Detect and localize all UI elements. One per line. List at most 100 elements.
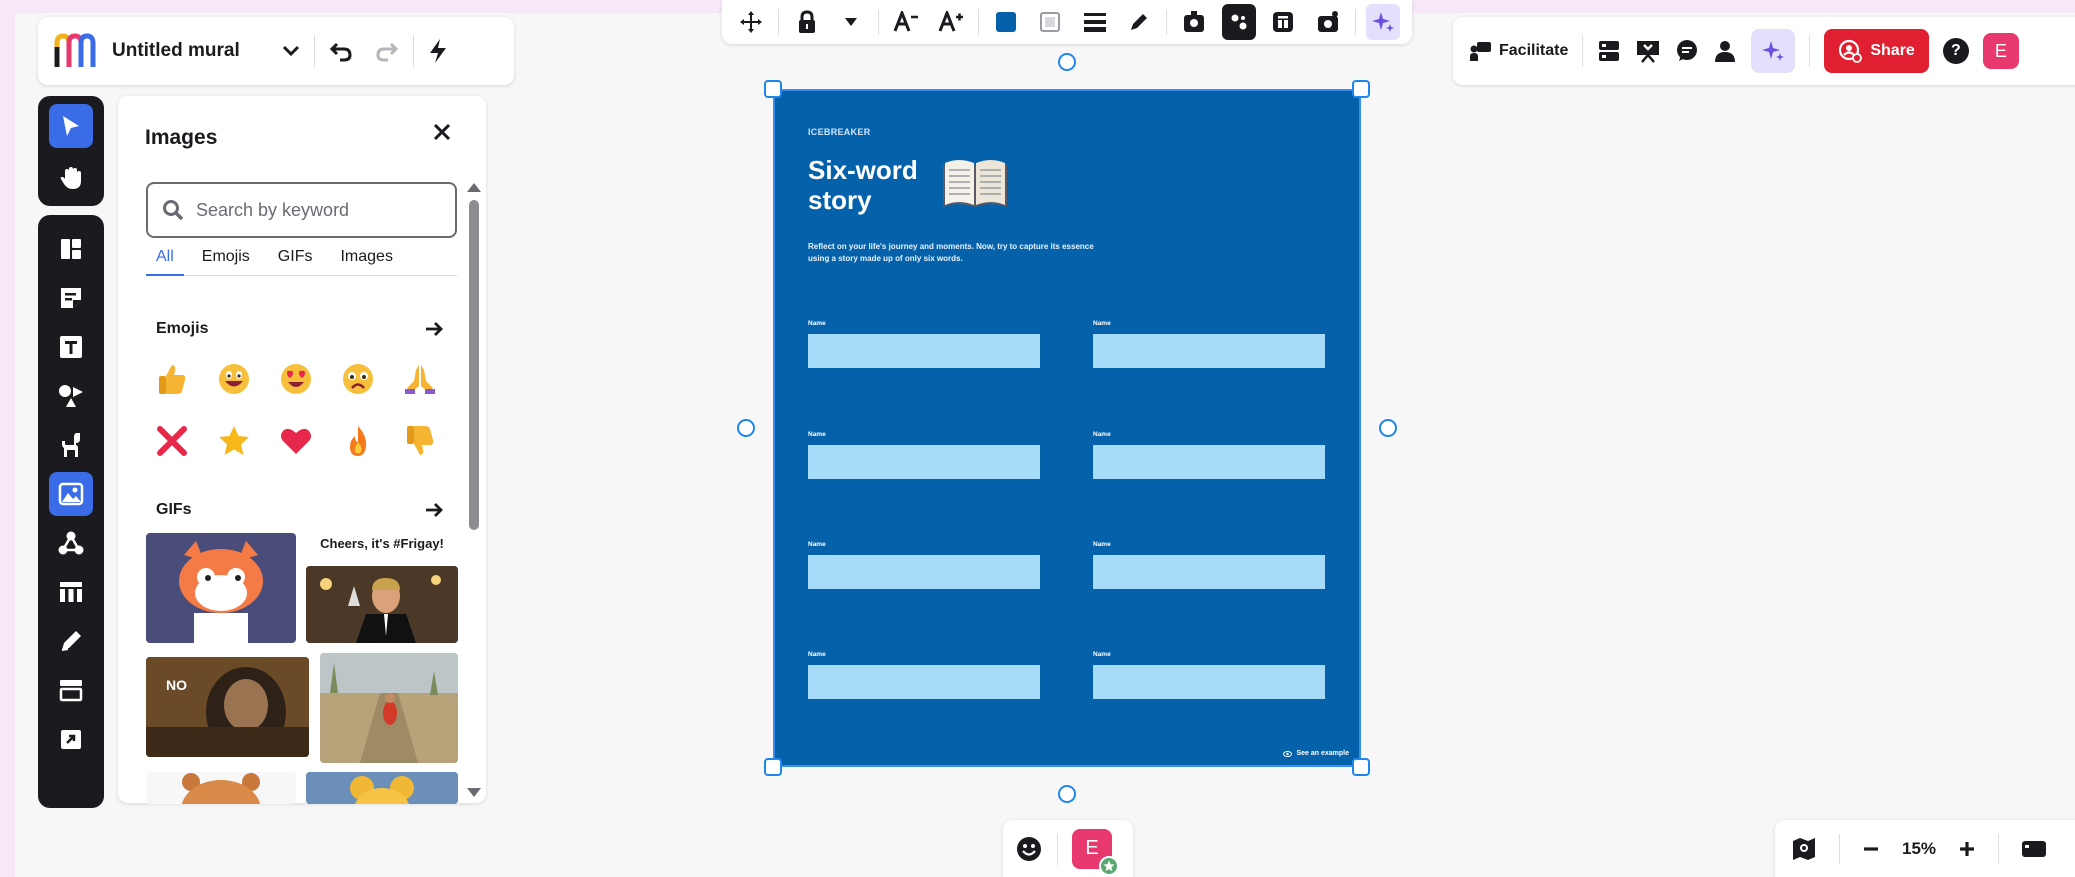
- panel-tabs: All Emojis GIFs Images: [146, 246, 457, 276]
- scroll-down-arrow[interactable]: [467, 788, 481, 797]
- decrease-font-icon[interactable]: [889, 4, 923, 40]
- sticky-note-tool-button[interactable]: [49, 276, 93, 320]
- fill-color-button[interactable]: [989, 4, 1023, 40]
- increase-font-icon[interactable]: [933, 4, 967, 40]
- hand-tool-button[interactable]: [49, 156, 93, 200]
- grinning-face-icon[interactable]: [214, 359, 254, 399]
- lock-icon[interactable]: [789, 4, 823, 40]
- line-weight-icon[interactable]: [1077, 4, 1111, 40]
- gif-runner[interactable]: [320, 653, 458, 763]
- name-input-box[interactable]: [808, 334, 1040, 368]
- search-input[interactable]: [196, 199, 436, 221]
- edit-pencil-icon[interactable]: [1122, 4, 1156, 40]
- share-button[interactable]: Share: [1824, 29, 1929, 73]
- import-tool-button[interactable]: [49, 717, 93, 761]
- zoom-out-icon[interactable]: [1862, 840, 1880, 858]
- navigation-toolbar: [38, 96, 104, 206]
- gif-mouse[interactable]: [306, 772, 458, 804]
- chevron-down-icon[interactable]: [282, 45, 300, 57]
- agenda-icon[interactable]: [1597, 39, 1621, 63]
- red-heart-icon[interactable]: [276, 421, 316, 461]
- name-input-box[interactable]: [808, 665, 1040, 699]
- resize-handle-right[interactable]: [1379, 419, 1397, 437]
- gif-bear[interactable]: [146, 772, 296, 804]
- diagram-tool-button[interactable]: [49, 521, 93, 565]
- text-tool-button[interactable]: [49, 325, 93, 369]
- ai-sparkle-icon[interactable]: [1365, 4, 1401, 40]
- lightning-icon[interactable]: [428, 38, 448, 64]
- panel-title: Images: [145, 126, 218, 149]
- fire-icon[interactable]: [338, 421, 378, 461]
- voting-icon[interactable]: [1221, 4, 1256, 40]
- table-tool-button[interactable]: [49, 570, 93, 614]
- heart-eyes-face-icon[interactable]: [276, 359, 316, 399]
- facilitate-button[interactable]: Facilitate: [1469, 40, 1568, 62]
- name-input-box[interactable]: [1093, 555, 1325, 589]
- user-avatar[interactable]: E: [1982, 33, 2019, 69]
- collaborators-icon[interactable]: [1713, 39, 1737, 63]
- resize-handle-top-right[interactable]: [1352, 80, 1370, 98]
- name-input-box[interactable]: [1093, 445, 1325, 479]
- user-avatar[interactable]: E: [1072, 828, 1119, 876]
- help-button[interactable]: ?: [1942, 38, 1969, 64]
- template-description: Reflect on your life's journey and momen…: [808, 242, 1094, 263]
- outline-icon[interactable]: [1266, 4, 1300, 40]
- area-tool-button[interactable]: [49, 668, 93, 712]
- caret-down-icon[interactable]: [834, 4, 868, 40]
- smiley-icon[interactable]: [1015, 835, 1043, 863]
- map-icon[interactable]: [1791, 837, 1817, 861]
- gif-no[interactable]: NO: [146, 657, 309, 757]
- resize-handle-bottom-right[interactable]: [1352, 758, 1370, 776]
- resize-handle-bottom-left[interactable]: [764, 758, 782, 776]
- mural-title[interactable]: Untitled mural: [112, 40, 240, 62]
- tab-emojis[interactable]: Emojis: [192, 246, 260, 276]
- name-input-box[interactable]: [808, 445, 1040, 479]
- close-icon[interactable]: [433, 123, 451, 141]
- icons-tool-button[interactable]: [49, 423, 93, 467]
- shapes-tool-button[interactable]: [49, 374, 93, 418]
- images-tool-button[interactable]: [49, 472, 93, 516]
- pen-tool-button[interactable]: [49, 619, 93, 663]
- select-tool-button[interactable]: [49, 104, 93, 148]
- thumbs-up-icon[interactable]: [152, 359, 192, 399]
- tab-gifs[interactable]: GIFs: [268, 246, 323, 276]
- mural-logo-icon[interactable]: [54, 33, 98, 69]
- ai-sparkle-icon[interactable]: [1751, 29, 1796, 73]
- name-input-box[interactable]: [1093, 334, 1325, 368]
- worried-face-icon[interactable]: [338, 359, 378, 399]
- presentation-icon[interactable]: [1635, 39, 1661, 63]
- resize-handle-left[interactable]: [737, 419, 755, 437]
- thumbs-down-icon[interactable]: [400, 421, 440, 461]
- arrow-right-icon[interactable]: [424, 320, 444, 338]
- name-input-box[interactable]: [808, 555, 1040, 589]
- star-icon[interactable]: [214, 421, 254, 461]
- templates-tool-button[interactable]: [49, 227, 93, 271]
- gif-cartoon-cat[interactable]: [146, 533, 296, 643]
- resize-handle-top-left[interactable]: [764, 80, 782, 98]
- see-example-link[interactable]: See an example: [1283, 750, 1349, 757]
- keyboard-icon[interactable]: [2021, 839, 2047, 859]
- resize-handle-top[interactable]: [1058, 53, 1076, 71]
- comments-icon[interactable]: [1675, 39, 1699, 63]
- six-word-story-template[interactable]: ICEBREAKER Six-word story Reflect on you…: [773, 89, 1361, 767]
- record-icon[interactable]: [1310, 4, 1344, 40]
- panel-scrollbar[interactable]: [469, 200, 479, 530]
- present-icon[interactable]: [1177, 4, 1211, 40]
- redo-icon[interactable]: [375, 40, 399, 62]
- name-input-box[interactable]: [1093, 665, 1325, 699]
- praying-hands-icon[interactable]: [400, 359, 440, 399]
- tab-all[interactable]: All: [146, 246, 184, 276]
- undo-icon[interactable]: [329, 40, 353, 62]
- cross-mark-icon[interactable]: [152, 421, 192, 461]
- gif-toast[interactable]: [306, 566, 458, 643]
- zoom-in-icon[interactable]: [1958, 840, 1976, 858]
- move-icon[interactable]: [734, 4, 768, 40]
- search-field[interactable]: [146, 182, 457, 238]
- resize-handle-bottom[interactable]: [1058, 785, 1076, 803]
- arrow-right-icon[interactable]: [424, 501, 444, 519]
- zoom-level[interactable]: 15%: [1902, 839, 1936, 859]
- scroll-up-arrow[interactable]: [467, 183, 481, 192]
- tab-images[interactable]: Images: [330, 246, 402, 276]
- divider: [313, 35, 315, 67]
- border-style-icon[interactable]: [1033, 4, 1067, 40]
